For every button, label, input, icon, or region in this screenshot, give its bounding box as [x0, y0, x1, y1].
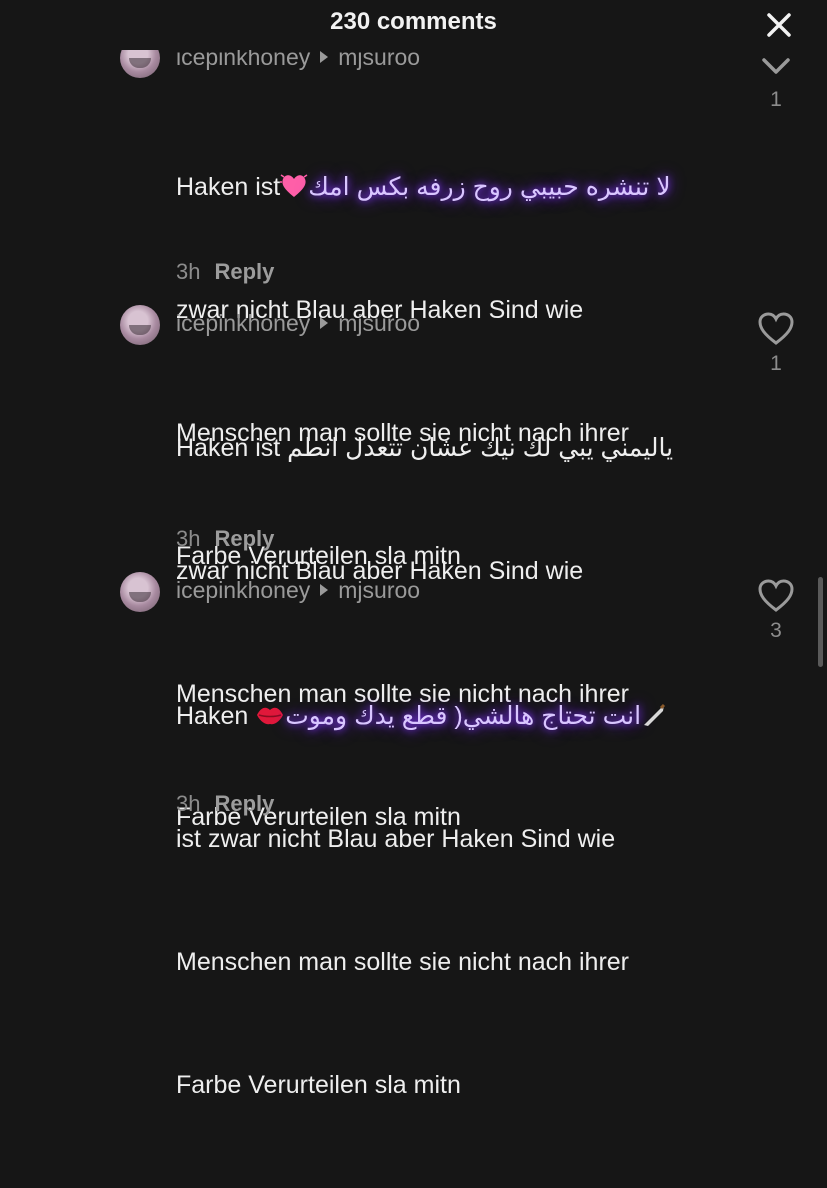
comment-username[interactable]: icepinkhoney: [176, 577, 310, 603]
comment-time: 3h: [176, 791, 201, 816]
reply-button[interactable]: Reply: [214, 526, 274, 551]
comment-meta: icepinkhoney mjsuroo: [176, 310, 420, 337]
comment-text: Haken انت تحتاج هالشي( قطع يدك وموت ist …: [176, 614, 736, 1188]
comment-username[interactable]: icepinkhoney: [176, 310, 310, 336]
lips-emoji-icon: [257, 707, 284, 725]
like-count: 1: [770, 88, 782, 111]
comment-arabic-text: ياليمني يبي لك نيك عشان تتعدل انطم: [287, 434, 674, 462]
comment-meta: icepinkhoney mjsuroo: [176, 577, 420, 604]
page-title: 230 comments: [330, 8, 497, 35]
like-button[interactable]: 1: [756, 52, 796, 112]
avatar[interactable]: [120, 305, 160, 345]
comment-text-start: Haken ist: [176, 434, 281, 462]
heart-outline-icon: [762, 58, 790, 74]
scrollbar[interactable]: [818, 577, 823, 667]
comment-footer: 3h Reply: [176, 259, 274, 285]
heart-outline-icon: [758, 312, 794, 345]
comments-list[interactable]: icepinkhoney mjsuroo Haken ist لا تنشره حب…: [0, 0, 827, 1099]
comment-reply-to[interactable]: mjsuroo: [338, 577, 420, 603]
comment-arabic-text: لا تنشره حبيبي روح زرفه بكس امك: [308, 173, 671, 201]
like-count: 3: [770, 619, 782, 642]
like-count: 1: [770, 352, 782, 375]
comment-time: 3h: [176, 526, 201, 551]
comment-time: 3h: [176, 259, 201, 284]
avatar[interactable]: [120, 572, 160, 612]
comment-text-start: Haken ist: [176, 173, 281, 201]
comments-header: 230 comments: [0, 0, 827, 50]
like-button[interactable]: 3: [756, 579, 796, 643]
comment-line: ist zwar nicht Blau aber Haken Sind wie: [176, 825, 616, 853]
reply-button[interactable]: Reply: [214, 791, 274, 816]
comment-footer: 3h Reply: [176, 791, 274, 817]
comment-line: Farbe Verurteilen sla mitn: [176, 1071, 461, 1099]
knife-emoji-icon: [644, 703, 666, 726]
comment-footer: 3h Reply: [176, 526, 274, 552]
comment-reply-to[interactable]: mjsuroo: [338, 310, 420, 336]
comment-line: Menschen man sollte sie nicht nach ihrer: [176, 948, 630, 976]
reply-arrow-icon: [320, 317, 329, 329]
reply-arrow-icon: [320, 51, 329, 63]
reply-button[interactable]: Reply: [214, 259, 274, 284]
comment-arabic-text: انت تحتاج هالشي( قطع يدك وموت: [285, 702, 642, 730]
comment-text-start: Haken: [176, 702, 249, 730]
close-icon: [767, 13, 791, 37]
close-button[interactable]: [762, 8, 796, 42]
like-button[interactable]: 1: [756, 312, 796, 376]
heart-emoji-icon: [280, 174, 308, 197]
heart-outline-icon: [758, 579, 794, 612]
reply-arrow-icon: [320, 584, 329, 596]
